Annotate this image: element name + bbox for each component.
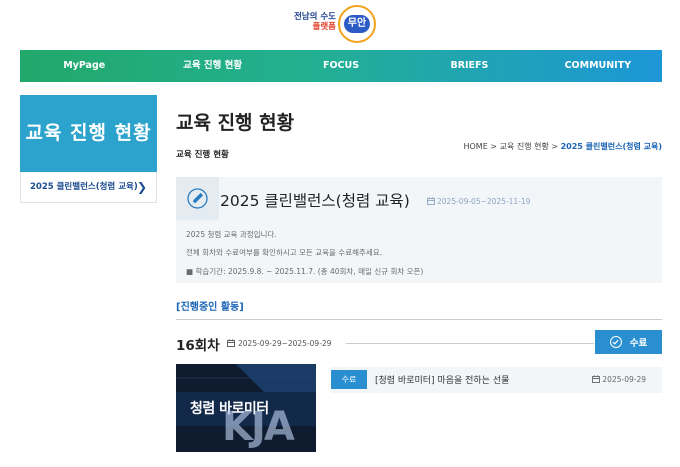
- activity-date-text: 2025-09-29: [602, 375, 646, 384]
- completion-badge: 수료: [331, 370, 367, 389]
- completion-button[interactable]: 수료: [595, 330, 662, 354]
- check-circle-icon: [609, 336, 622, 348]
- activity-title[interactable]: [청렴 바로미터] 마음을 전하는 선물: [375, 373, 509, 386]
- logo-emblem: 무안: [338, 5, 376, 43]
- activity-date: 2025-09-29: [592, 375, 646, 384]
- main-nav: MyPage 교육 진행 현황 FOCUS BRIEFS COMMUNITY: [20, 50, 662, 82]
- course-info-box: 2025 클린밸런스(청렴 교육) 2025-09-05~2025-11-19 …: [176, 177, 662, 283]
- breadcrumb-separator: >: [548, 142, 561, 151]
- chevron-right-icon: ❯: [136, 180, 147, 194]
- section-divider: [176, 319, 662, 320]
- watermark-logo: KJA: [222, 404, 295, 450]
- course-desc-line1: 2025 청렴 교육 과정입니다.: [186, 230, 277, 239]
- site-logo[interactable]: 전남의 수도 플랫폼 무안: [288, 4, 380, 46]
- sidebar-item-clean-balance[interactable]: 2025 클린밸런스(청렴 교육) ❯: [20, 172, 157, 203]
- session-divider: [346, 343, 594, 344]
- logo-emblem-text: 무안: [344, 15, 370, 33]
- calendar-icon: [427, 197, 435, 205]
- page-title: 교육 진행 현황: [176, 112, 295, 134]
- activity-item[interactable]: 수료 [청렴 바로미터] 마음을 전하는 선물 2025-09-29: [331, 367, 662, 393]
- nav-item-mypage[interactable]: MyPage: [20, 50, 148, 82]
- breadcrumb-current: 2025 클린밸런스(청렴 교육): [560, 142, 662, 151]
- nav-item-progress[interactable]: 교육 진행 현황: [148, 50, 276, 82]
- course-desc-line3: ■ 학습기간: 2025.9.8. ~ 2025.11.7. (총 40회차, …: [186, 267, 424, 276]
- breadcrumb-home[interactable]: HOME: [463, 142, 487, 151]
- pen-icon: [176, 177, 219, 220]
- nav-item-community[interactable]: COMMUNITY: [534, 50, 662, 82]
- session-date: 2025-09-29~2025-09-29: [227, 339, 331, 348]
- logo-slogan-line1: 전남의 수도: [293, 12, 336, 22]
- breadcrumb-progress[interactable]: 교육 진행 현황: [500, 142, 549, 151]
- course-title: 2025 클린밸런스(청렴 교육): [220, 192, 410, 210]
- nav-item-focus[interactable]: FOCUS: [277, 50, 405, 82]
- course-date: 2025-09-05~2025-11-19: [427, 197, 530, 206]
- logo-slogan-line2: 플랫폼: [312, 22, 336, 32]
- calendar-icon: [592, 375, 601, 383]
- logo-slogan: 전남의 수도 플랫폼: [288, 12, 336, 32]
- breadcrumb-separator: >: [487, 142, 500, 151]
- course-desc-line2: 전체 회차와 수료여부를 확인하시고 모든 교육을 수료해주세요.: [186, 248, 383, 257]
- page-subtitle: 교육 진행 현황: [176, 150, 229, 160]
- session-title: 16회차: [176, 338, 220, 354]
- session-thumbnail[interactable]: 100 청렴 바로미터 KJA: [176, 364, 316, 452]
- sidebar-item-label: 2025 클린밸런스(청렴 교육): [30, 182, 138, 192]
- calendar-icon: [227, 339, 235, 347]
- active-activities-label: [진행중인 활동]: [176, 302, 244, 313]
- session-date-text: 2025-09-29~2025-09-29: [238, 339, 332, 348]
- sidebar-title: 교육 진행 현황: [20, 95, 157, 172]
- breadcrumb: HOME > 교육 진행 현황 > 2025 클린밸런스(청렴 교육): [463, 141, 662, 152]
- completion-button-label: 수료: [629, 338, 648, 349]
- course-date-text: 2025-09-05~2025-11-19: [437, 197, 531, 206]
- nav-item-briefs[interactable]: BRIEFS: [405, 50, 533, 82]
